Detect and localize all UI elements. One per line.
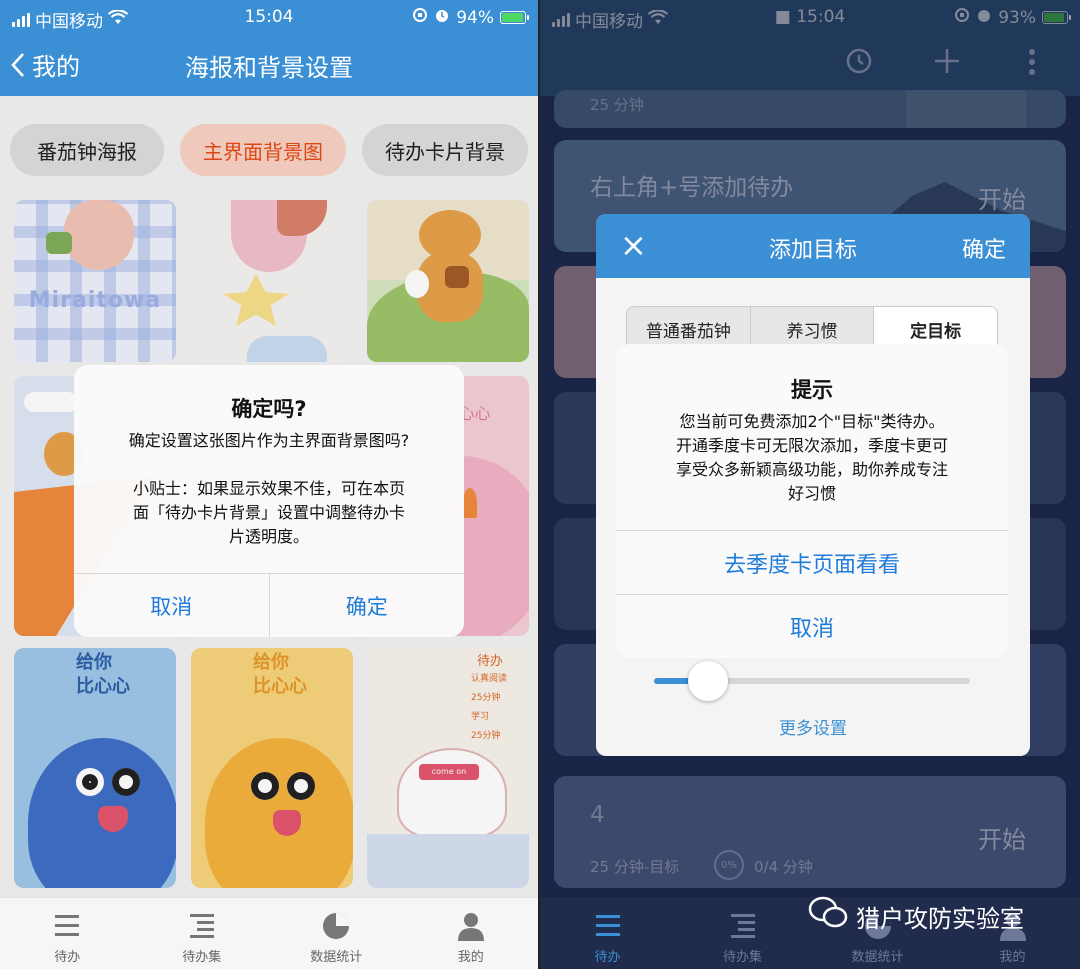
tabbar-label: 数据统计 xyxy=(851,950,904,965)
tabbar-label: 待办集 xyxy=(722,950,762,965)
nav-bar: 我的 海报和背景设置 xyxy=(0,34,538,96)
confirm-button[interactable]: 确定 xyxy=(270,574,465,637)
slider-track[interactable] xyxy=(654,661,970,701)
tabbar-label: 数据统计 xyxy=(310,950,363,965)
rotation-lock-icon xyxy=(412,7,428,28)
list-indent-icon xyxy=(729,906,757,946)
alert-tip-line: 面「待办卡片背景」设置中调整待办卡 xyxy=(132,503,405,522)
tabbar-label: 待办 xyxy=(594,950,621,965)
list-indent-icon xyxy=(188,906,216,946)
tabbar-item-todo[interactable]: 待办 xyxy=(553,906,663,965)
alert-title: 提示 xyxy=(791,378,833,402)
alert-tip-line: 小贴士：如果显示效果不佳，可在本页 xyxy=(132,479,405,498)
alert-tip-line: 片透明度。 xyxy=(228,527,309,546)
pie-chart-icon xyxy=(321,906,351,946)
go-quarterly-card-button[interactable]: 去季度卡页面看看 xyxy=(616,530,1008,594)
tabbar-item-todo-set[interactable]: 待办集 xyxy=(147,906,257,965)
right-screen: 中国移动 ■ 15:04 93% 25 分钟 右上角+号添加待办 开始 4 25… xyxy=(540,0,1080,969)
tabbar-label: 我的 xyxy=(999,950,1026,965)
slider-handle[interactable] xyxy=(687,661,728,701)
battery-percent: 94% xyxy=(456,7,494,28)
confirm-alert: 确定吗? 确定设置这张图片作为主界面背景图吗? 小贴士：如果显示效果不佳，可在本… xyxy=(74,365,464,637)
alert-message-line: 享受众多新颖高级功能，助你养成专注 xyxy=(675,460,948,479)
tabbar-label: 待办集 xyxy=(182,950,222,965)
list-icon xyxy=(594,906,622,946)
battery-icon xyxy=(500,11,529,24)
watermark: 猎户攻防实验室 xyxy=(808,896,1024,936)
cancel-button[interactable]: 取消 xyxy=(616,594,1008,658)
alert-message-line: 开通季度卡可无限次添加，季度卡更可 xyxy=(675,436,948,455)
status-bar: 中国移动 15:04 94% xyxy=(0,0,538,34)
sheet-confirm-button[interactable]: 确定 xyxy=(962,232,1006,264)
user-icon xyxy=(457,906,485,946)
tab-bar: 待办 待办集 数据统计 我的 xyxy=(0,897,538,969)
tabbar-item-todo-set[interactable]: 待办集 xyxy=(688,906,798,965)
alert-message: 确定设置这张图片作为主界面背景图吗? xyxy=(128,431,410,450)
watermark-label: 猎户攻防实验室 xyxy=(856,904,1024,933)
alert-title: 确定吗? xyxy=(231,397,307,421)
more-settings-link[interactable]: 更多设置 xyxy=(596,714,1030,739)
cancel-button[interactable]: 取消 xyxy=(74,574,270,637)
list-icon xyxy=(53,906,81,946)
wechat-icon xyxy=(808,896,848,936)
alert-message-line: 您当前可免费添加2个"目标"类待办。 xyxy=(679,412,945,431)
tabbar-item-me[interactable]: 我的 xyxy=(416,906,526,965)
upgrade-alert: 提示 您当前可免费添加2个"目标"类待办。 开通季度卡可无限次添加，季度卡更可 … xyxy=(616,344,1008,658)
alarm-icon xyxy=(434,7,450,28)
page-title: 海报和背景设置 xyxy=(185,54,353,82)
alert-message-line: 好习惯 xyxy=(787,484,836,503)
left-screen: 中国移动 15:04 94% 我的 海报和背景设置 番茄钟海报 主界面背景图 待… xyxy=(0,0,538,969)
tabbar-label: 待办 xyxy=(54,950,81,965)
tabbar-item-todo[interactable]: 待办 xyxy=(12,906,122,965)
tabbar-label: 我的 xyxy=(457,950,484,965)
tabbar-item-stats[interactable]: 数据统计 xyxy=(281,906,391,965)
